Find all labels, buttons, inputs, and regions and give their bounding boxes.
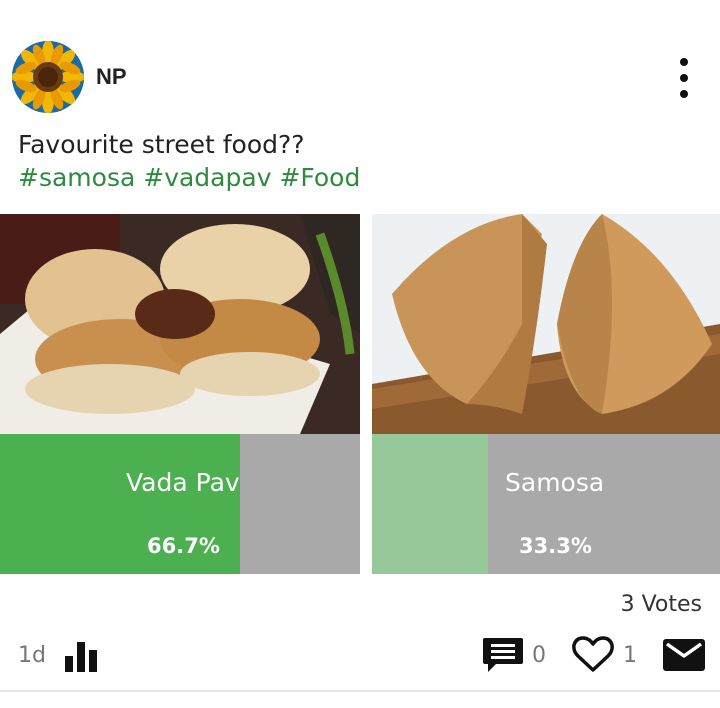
vote-count: 3 Votes (620, 592, 702, 617)
vada-pav-percent: 66.7% (147, 534, 220, 558)
sunflower-avatar-image (12, 41, 84, 113)
vada-pav-photo (0, 214, 360, 434)
like-count: 1 (623, 643, 637, 668)
vada-pav-label: Vada Pav (126, 468, 240, 497)
hashtags: #samosa #vadapav #Food (18, 163, 360, 192)
username[interactable]: NP (96, 64, 127, 90)
bar-chart-icon[interactable] (64, 638, 98, 672)
samosa-result-bar: Samosa 33.3% (372, 434, 720, 574)
samosa-photo (372, 214, 720, 434)
poll-option-vada-pav[interactable]: Vada Pav 66.7% (0, 214, 360, 574)
vada-pav-result-bar: Vada Pav 66.7% (0, 434, 360, 574)
comment-count: 0 (532, 643, 546, 668)
hashtag-vadapav[interactable]: #vadapav (143, 163, 271, 192)
poll-option-samosa[interactable]: Samosa 33.3% (372, 214, 720, 574)
post-divider (0, 690, 720, 692)
samosa-label: Samosa (505, 468, 605, 497)
more-vertical-icon[interactable] (672, 58, 696, 98)
post-question: Favourite street food?? (18, 130, 305, 159)
heart-icon[interactable] (572, 636, 614, 674)
comment-icon[interactable] (482, 636, 524, 674)
avatar[interactable] (12, 41, 84, 113)
mail-icon[interactable] (662, 638, 706, 672)
hashtag-food[interactable]: #Food (279, 163, 360, 192)
post-age: 1d (18, 643, 46, 668)
samosa-percent: 33.3% (519, 534, 592, 558)
hashtag-samosa[interactable]: #samosa (18, 163, 135, 192)
samosa-result-fill (372, 434, 488, 574)
